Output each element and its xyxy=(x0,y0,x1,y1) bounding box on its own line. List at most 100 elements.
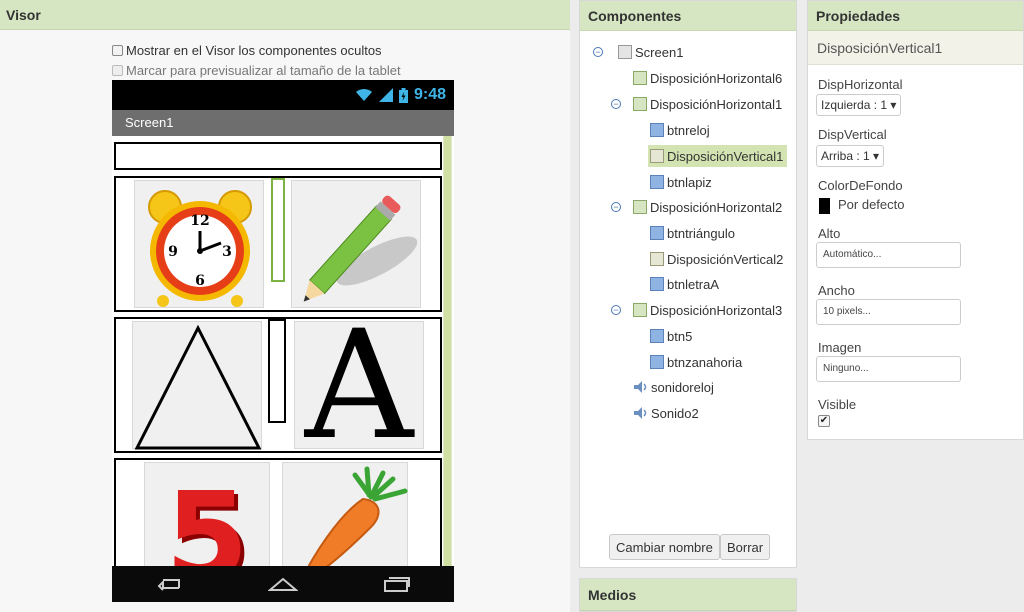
width-field[interactable]: 10 pixels... xyxy=(816,299,961,325)
button-icon xyxy=(650,277,664,291)
tree-item-btnletraa[interactable]: btnletraA xyxy=(648,273,723,295)
alarm-clock-icon: 12 3 6 9 xyxy=(148,190,252,307)
screen-scrollbar[interactable] xyxy=(443,136,452,566)
horizontal-arrangement-icon xyxy=(633,303,647,317)
background-color-label: ColorDeFondo xyxy=(818,178,903,193)
tree-item-disposiciónhorizontal1[interactable]: DisposiciónHorizontal1 xyxy=(631,93,786,115)
btnzanahoria-button[interactable] xyxy=(282,462,408,588)
rename-button[interactable]: Cambiar nombre xyxy=(609,534,720,560)
visible-checkbox[interactable]: ✔ xyxy=(818,415,830,427)
screen-title-bar: Screen1 xyxy=(112,110,454,136)
horizontal-arrangement-icon xyxy=(633,97,647,111)
collapse-toggle-icon[interactable]: − xyxy=(611,99,621,109)
checkbox-box[interactable] xyxy=(112,45,123,56)
button-icon xyxy=(650,329,664,343)
vertical-arrangement-icon xyxy=(650,252,664,266)
tablet-preview-checkbox[interactable]: Marcar para previsualizar al tamaño de l… xyxy=(112,63,401,78)
clock-number-9: 9 xyxy=(168,244,178,260)
clock-number-12: 12 xyxy=(190,213,209,229)
tree-item-screen1[interactable]: Screen1 xyxy=(616,41,687,63)
triangle-icon xyxy=(134,324,262,450)
back-icon[interactable] xyxy=(155,576,183,592)
tree-item-sonidoreloj[interactable]: sonidoreloj xyxy=(631,376,718,398)
tree-item-btn5[interactable]: btn5 xyxy=(648,325,696,347)
horizontal-arrangement-3[interactable]: 5 xyxy=(114,458,442,588)
tree-item-label: DisposiciónHorizontal1 xyxy=(650,96,783,112)
carrot-icon xyxy=(296,466,408,588)
btntriangulo-button[interactable] xyxy=(132,321,262,450)
pencil-icon xyxy=(303,195,418,302)
button-icon xyxy=(650,175,664,189)
horizontal-arrangement-1[interactable]: 12 3 6 9 xyxy=(114,176,442,312)
height-field[interactable]: Automático... xyxy=(816,242,961,268)
tree-item-btnzanahoria[interactable]: btnzanahoria xyxy=(648,351,746,373)
clock-time: 9:48 xyxy=(413,86,446,103)
phone-screen: 12 3 6 9 A 5 xyxy=(112,136,454,588)
height-label: Alto xyxy=(818,226,841,241)
tree-item-btnlapiz[interactable]: btnlapiz xyxy=(648,171,716,193)
tree-item-btntriángulo[interactable]: btntriángulo xyxy=(648,222,739,244)
btnlapiz-button[interactable] xyxy=(291,180,421,308)
align-horizontal-select[interactable]: Izquierda : 1 ▾ xyxy=(816,94,902,116)
number-five: 5 xyxy=(165,468,249,582)
clock-number-3: 3 xyxy=(222,244,232,260)
horizontal-arrangement-2[interactable]: A xyxy=(114,317,442,453)
media-panel: Medios xyxy=(579,578,797,612)
clock-number-6: 6 xyxy=(195,273,205,289)
tree-item-label: btntriángulo xyxy=(667,225,735,241)
collapse-toggle-icon[interactable]: − xyxy=(593,47,603,57)
scrollbar-thumb[interactable] xyxy=(444,136,451,566)
tree-item-label: DisposiciónVertical1 xyxy=(667,148,784,164)
signal-icon xyxy=(378,88,393,102)
tree-item-btnreloj[interactable]: btnreloj xyxy=(648,119,714,141)
show-hidden-label: Mostrar en el Visor los componentes ocul… xyxy=(126,43,382,58)
btnletraa-button[interactable]: A xyxy=(294,321,424,449)
checkbox-box[interactable] xyxy=(112,65,123,76)
background-color-value: Por defecto xyxy=(838,197,905,212)
delete-button[interactable]: Borrar xyxy=(720,534,771,560)
tree-item-label: btnreloj xyxy=(667,122,710,138)
properties-panel: Propiedades DisposiciónVertical1 DispHor… xyxy=(807,0,1024,440)
tree-item-label: sonidoreloj xyxy=(651,379,714,395)
tree-item-label: DisposiciónVertical2 xyxy=(667,251,784,267)
collapse-toggle-icon[interactable]: − xyxy=(611,305,621,315)
status-bar: 9:48 xyxy=(112,80,454,110)
align-vertical-select[interactable]: Arriba : 1 ▾ xyxy=(816,145,885,167)
wifi-icon xyxy=(355,88,372,101)
button-icon xyxy=(650,226,664,240)
show-hidden-components-checkbox[interactable]: Mostrar en el Visor los componentes ocul… xyxy=(112,43,382,58)
collapse-toggle-icon[interactable]: − xyxy=(611,202,621,212)
btnreloj-button[interactable]: 12 3 6 9 xyxy=(134,180,264,308)
tree-item-disposiciónvertical2[interactable]: DisposiciónVertical2 xyxy=(648,248,787,270)
components-title: Componentes xyxy=(580,1,796,31)
tree-item-label: btnzanahoria xyxy=(667,354,743,370)
btn5-button[interactable]: 5 xyxy=(144,462,270,582)
vertical-arrangement-2[interactable] xyxy=(268,319,286,423)
width-label: Ancho xyxy=(818,283,855,298)
color-swatch[interactable] xyxy=(819,197,830,214)
horizontal-arrangement-icon xyxy=(633,200,647,214)
tree-item-disposiciónhorizontal3[interactable]: DisposiciónHorizontal3 xyxy=(631,299,786,321)
selected-component-name: DisposiciónVertical1 xyxy=(808,31,1023,65)
components-panel: Componentes − Screen1 DisposiciónHorizonta… xyxy=(579,0,797,568)
image-field[interactable]: Ninguno... xyxy=(816,356,961,382)
button-icon xyxy=(650,355,664,369)
home-icon[interactable] xyxy=(267,576,298,592)
tree-item-label: DisposiciónHorizontal6 xyxy=(650,70,783,86)
vertical-arrangement-1[interactable] xyxy=(271,178,285,282)
horizontal-arrangement-6[interactable] xyxy=(114,142,442,170)
tree-item-disposiciónhorizontal2[interactable]: DisposiciónHorizontal2 xyxy=(631,196,786,218)
align-horizontal-label: DispHorizontal xyxy=(818,77,903,92)
button-icon xyxy=(650,123,664,137)
sound-icon xyxy=(634,381,647,393)
media-title: Medios xyxy=(580,579,796,611)
screen-icon xyxy=(618,45,632,59)
battery-icon xyxy=(398,87,408,103)
tree-item-sonido2[interactable]: Sonido2 xyxy=(631,402,703,424)
tree-item-disposiciónvertical1[interactable]: DisposiciónVertical1 xyxy=(648,145,788,167)
visible-label: Visible xyxy=(818,397,857,412)
recent-apps-icon[interactable] xyxy=(383,575,411,593)
tree-item-disposiciónhorizontal6[interactable]: DisposiciónHorizontal6 xyxy=(631,67,786,89)
tree-item-label: DisposiciónHorizontal2 xyxy=(650,199,783,215)
background-color-picker[interactable]: Por defecto xyxy=(819,197,905,214)
